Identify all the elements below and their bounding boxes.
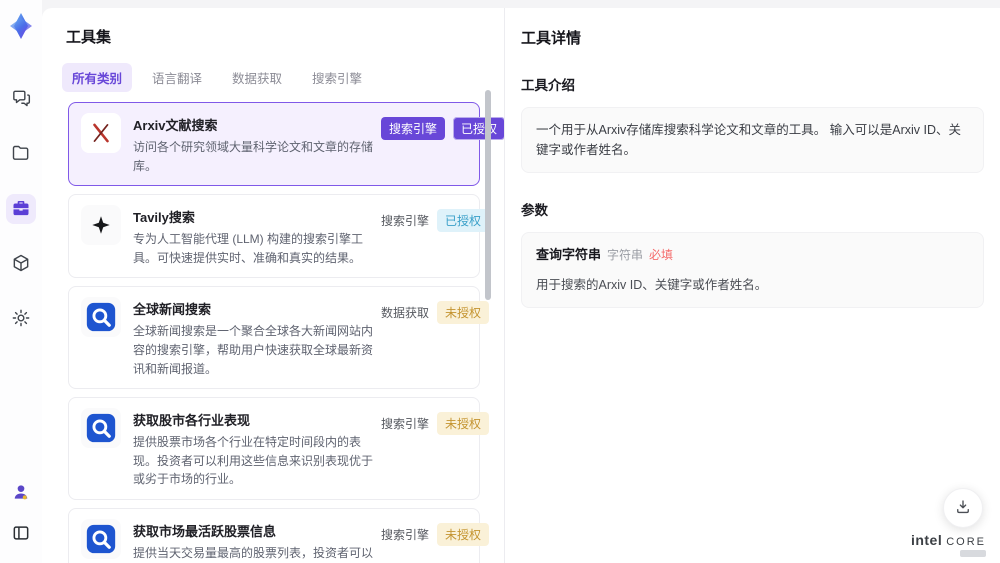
- category-badge: 数据获取: [381, 306, 430, 321]
- page-title: 工具集: [66, 29, 112, 46]
- folder-icon: [11, 143, 31, 166]
- param-header: 查询字符串 字符串 必填: [536, 245, 969, 266]
- briefcase-icon: [11, 198, 31, 221]
- app-logo-icon: [8, 12, 34, 40]
- tab-category-0[interactable]: 所有类别: [62, 63, 133, 92]
- cube-icon: [11, 253, 31, 276]
- auth-status-badge: 未授权: [437, 412, 490, 436]
- tool-name: Arxiv文献搜索: [133, 118, 218, 133]
- tab-category-1[interactable]: 语言翻译: [142, 63, 212, 92]
- tool-card[interactable]: 全球新闻搜索 全球新闻搜索是一个聚合全球各大新闻网站内容的搜索引擎，帮助用户快速…: [68, 286, 490, 390]
- intro-heading: 工具介绍: [521, 78, 575, 93]
- sidebar-item-settings[interactable]: [6, 304, 36, 334]
- tool-description: 提供当天交易量最高的股票列表，投资者可以利用这些信息来识别流动性强的股票和潜在的…: [133, 545, 374, 560]
- tab-category-2[interactable]: 数据获取: [222, 63, 292, 92]
- user-profile-button[interactable]: [6, 478, 36, 508]
- collapse-panel-icon: [11, 523, 31, 546]
- tool-card[interactable]: Arxiv文献搜索 访问各个研究领域大量科学论文和文章的存储库。 搜索引擎 已授…: [68, 102, 504, 187]
- tab-category-3[interactable]: 搜索引擎: [302, 63, 372, 92]
- tool-card[interactable]: 获取市场最活跃股票信息 提供当天交易量最高的股票列表，投资者可以利用这些信息来识…: [68, 507, 490, 563]
- settings-gear-icon: [11, 308, 31, 331]
- intel-brand-text: intel: [910, 532, 943, 548]
- tool-card-list: Arxiv文献搜索 访问各个研究领域大量科学论文和文章的存储库。 搜索引擎 已授…: [68, 102, 504, 563]
- sidebar-item-chat[interactable]: [6, 84, 36, 114]
- tool-name: 获取市场最活跃股票信息: [133, 523, 277, 539]
- tool-description: 专为人工智能代理 (LLM) 构建的搜索引擎工具。可快速提供实时、准确和真实的结…: [133, 232, 364, 265]
- intro-box: 一个用于从Arxiv存储库搜索科学论文和文章的工具。 输入可以是Arxiv ID…: [521, 107, 984, 173]
- tool-card[interactable]: 获取股市各行业表现 提供股票市场各个行业在特定时间段内的表现。投资者可以利用这些…: [68, 397, 490, 500]
- auth-status-badge: 未授权: [437, 522, 490, 546]
- tool-description: 访问各个研究领域大量科学论文和文章的存储库。: [133, 140, 374, 173]
- tool-card[interactable]: Tavily搜索 专为人工智能代理 (LLM) 构建的搜索引擎工具。可快速提供实…: [68, 194, 490, 279]
- tavily-star-icon: [81, 205, 121, 246]
- list-scrollbar[interactable]: [485, 90, 491, 300]
- category-tabs: 所有类别 语言翻译 数据获取 搜索引擎: [62, 63, 504, 92]
- auth-status-badge: 未授权: [437, 301, 490, 325]
- intel-chip-mark: [960, 550, 986, 557]
- stock-app-icon: [81, 408, 121, 449]
- param-type: 字符串: [607, 248, 644, 262]
- collapse-sidebar-button[interactable]: [6, 519, 36, 549]
- sidebar-item-files[interactable]: [6, 139, 36, 169]
- tool-detail-pane: 工具详情 工具介绍 一个用于从Arxiv存储库搜索科学论文和文章的工具。 输入可…: [505, 8, 1000, 563]
- param-name: 查询字符串: [536, 247, 602, 262]
- download-icon: [954, 498, 972, 519]
- tool-description: 全球新闻搜索是一个聚合全球各大新闻网站内容的搜索引擎，帮助用户快速获取全球最新资…: [133, 324, 374, 376]
- app-sidebar: [0, 0, 42, 563]
- param-description: 用于搜索的Arxiv ID、关键字或作者姓名。: [536, 277, 768, 292]
- category-badge: 搜索引擎: [381, 417, 430, 432]
- sidebar-item-toolbox[interactable]: [6, 194, 36, 224]
- intro-text: 一个用于从Arxiv存储库搜索科学论文和文章的工具。 输入可以是Arxiv ID…: [536, 123, 962, 157]
- auth-status-badge: 已授权: [453, 117, 504, 140]
- chat-icon: [11, 88, 31, 111]
- stock-app-icon: [81, 518, 121, 559]
- detail-title: 工具详情: [521, 30, 582, 47]
- news-app-icon: [81, 297, 121, 338]
- tool-name: 全球新闻搜索: [133, 302, 212, 318]
- param-box: 查询字符串 字符串 必填 用于搜索的Arxiv ID、关键字或作者姓名。: [521, 232, 984, 308]
- category-badge: 搜索引擎: [381, 214, 430, 229]
- category-badge: 搜索引擎: [381, 527, 430, 542]
- main-surface: 工具集 所有类别 语言翻译 数据获取 搜索引擎 Arxiv文献搜索 访问各个研究领域大…: [42, 8, 1000, 563]
- params-heading: 参数: [521, 203, 548, 218]
- tool-list-pane: 工具集 所有类别 语言翻译 数据获取 搜索引擎 Arxiv文献搜索 访问各个研究领域大…: [42, 8, 505, 563]
- category-badge: 搜索引擎: [381, 117, 446, 140]
- download-button[interactable]: [943, 488, 983, 528]
- arxiv-logo-icon: [81, 113, 121, 153]
- tool-name: Tavily搜索: [133, 210, 195, 226]
- tool-name: 获取股市各行业表现: [133, 413, 251, 429]
- intel-product-text: CORE: [946, 536, 986, 548]
- auth-status-badge: 已授权: [437, 209, 490, 233]
- tool-description: 提供股票市场各个行业在特定时间段内的表现。投资者可以利用这些信息来识别表现优于或…: [133, 435, 374, 487]
- user-avatar-icon: [11, 482, 31, 505]
- sidebar-nav: [6, 84, 36, 334]
- intel-core-logo: intel CORE: [911, 532, 986, 557]
- sidebar-item-models[interactable]: [6, 249, 36, 279]
- param-required-badge: 必填: [649, 248, 674, 262]
